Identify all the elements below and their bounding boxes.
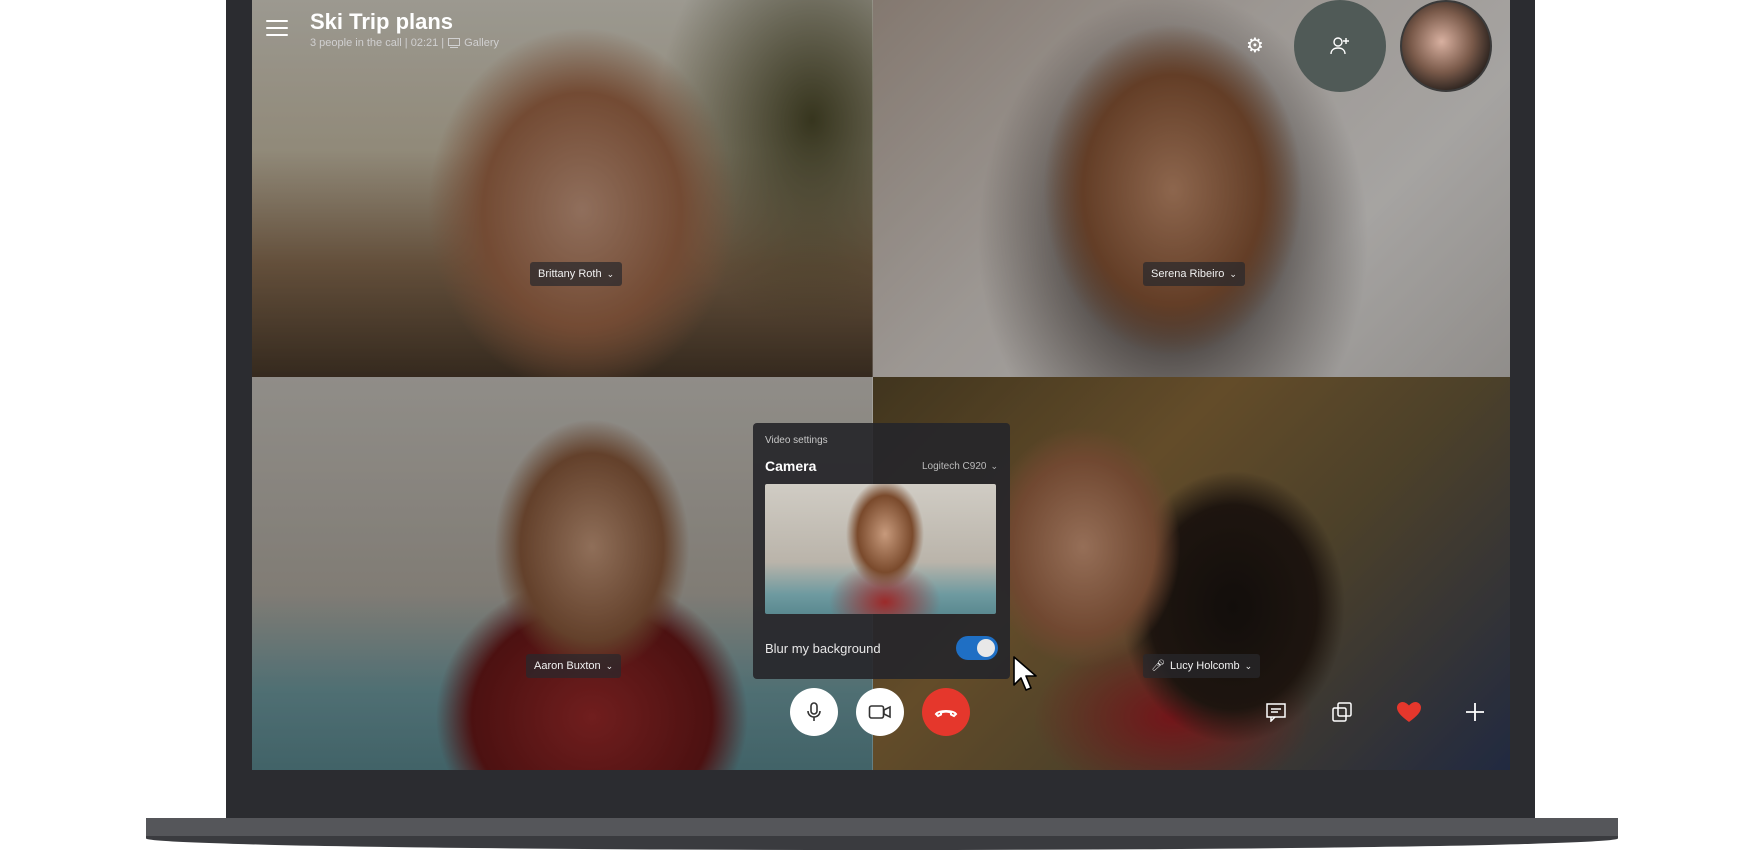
hang-up-icon [934,710,958,718]
share-screen-button[interactable] [1324,694,1360,730]
video-tile-brittany[interactable]: Brittany Roth ⌄ [252,0,873,377]
participant-name: Brittany Roth [538,268,602,280]
chevron-down-icon: ⌄ [606,269,615,279]
chevron-down-icon: ⌄ [605,661,614,671]
call-screen: Brittany Roth ⌄ Serena Ribeiro ⌄ Aaron B… [252,0,1510,770]
share-screen-icon [1332,702,1352,722]
blur-background-label: Blur my background [765,640,881,656]
video-settings-panel: Video settings Camera Logitech C920 ⌄ Bl… [753,423,1010,679]
add-person-icon [1330,37,1349,55]
gallery-icon [448,38,461,48]
laptop-foot [146,836,1618,850]
video-toggle-button[interactable] [856,688,904,736]
gear-icon[interactable]: ⚙︎ [1243,34,1267,58]
participant-name-tag[interactable]: Brittany Roth ⌄ [530,262,623,286]
video-settings-header: Video settings [765,435,828,446]
heart-icon [1397,702,1421,722]
participant-name-tag[interactable]: 🎤︎ Lucy Holcomb ⌄ [1143,654,1261,678]
call-subtitle: 3 people in the call | 02:21 | Gallery [310,37,499,49]
participant-name: Serena Ribeiro [1151,268,1225,280]
laptop-base [146,818,1618,836]
end-call-button[interactable] [922,688,970,736]
video-camera-icon [868,705,891,719]
camera-device-value: Logitech C920 [921,460,987,472]
camera-label: Camera [765,458,817,474]
muted-mic-icon: 🎤︎ [1151,660,1165,672]
camera-device-select[interactable]: Logitech C920 ⌄ [922,461,998,472]
participant-name: Aaron Buxton [534,660,601,672]
view-mode-label[interactable]: Gallery [464,37,499,49]
chevron-down-icon: ⌄ [1244,661,1253,671]
plus-icon [1466,703,1484,721]
mouse-cursor-icon [1013,656,1037,691]
call-title: Ski Trip plans [310,9,454,34]
chevron-down-icon: ⌄ [990,460,998,471]
mute-button[interactable] [790,688,838,736]
chat-button[interactable] [1258,694,1294,730]
more-options-button[interactable] [1457,694,1493,730]
camera-preview [765,484,996,614]
hamburger-icon[interactable] [266,20,288,38]
blur-background-toggle[interactable] [956,636,998,660]
react-button[interactable] [1391,694,1427,730]
call-participants-duration: 3 people in the call | 02:21 | [310,37,445,49]
participant-name-tag[interactable]: Serena Ribeiro ⌄ [1143,262,1245,286]
participant-name: Lucy Holcomb [1169,660,1240,672]
chat-icon [1266,703,1286,722]
microphone-icon [807,702,821,721]
participant-name-tag[interactable]: Aaron Buxton ⌄ [526,654,622,678]
add-person-button[interactable] [1294,0,1386,92]
self-video-avatar[interactable] [1400,0,1492,92]
chevron-down-icon: ⌄ [1229,269,1237,279]
